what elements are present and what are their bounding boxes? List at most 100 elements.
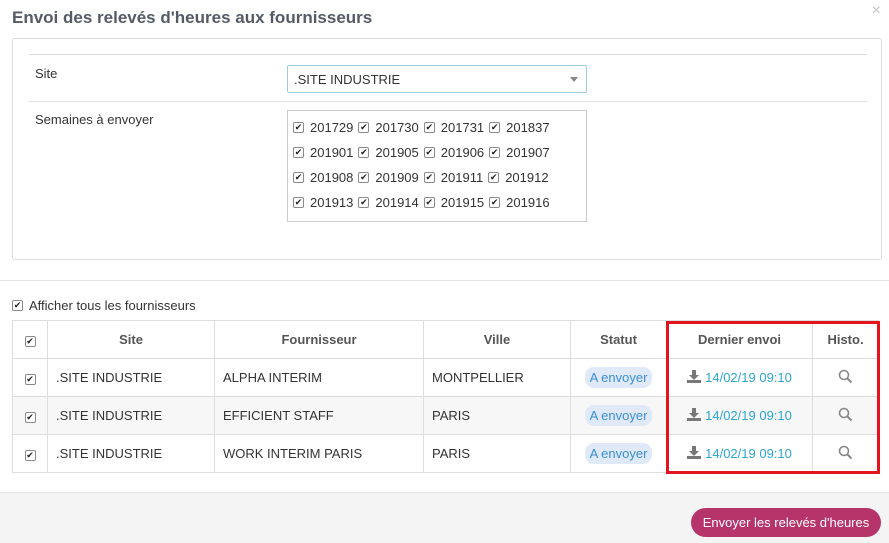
show-all-suppliers[interactable]: ✔ Afficher tous les fournisseurs: [12, 298, 196, 313]
cell-site: .SITE INDUSTRIE: [47, 434, 215, 473]
row-checkbox[interactable]: ✔: [24, 450, 36, 461]
week-option[interactable]: ✔ 201731: [423, 120, 485, 135]
week-option[interactable]: ✔ 201909: [358, 170, 419, 185]
table-row: ✔ .SITE INDUSTRIE ALPHA INTERIM MONTPELLIER…: [12, 358, 879, 397]
last-sent-date[interactable]: 14/02/19 09:10: [705, 446, 792, 461]
show-all-checkbox[interactable]: ✔: [12, 300, 23, 311]
week-label: 201731: [440, 120, 485, 135]
table-row: ✔ .SITE INDUSTRIE EFFICIENT STAFF PARIS A en…: [12, 396, 879, 435]
week-option[interactable]: ✔ 201906: [423, 145, 485, 160]
weeks-row: ✔ 201908 ✔ 201909 ✔ 201911 ✔ 201912: [293, 165, 586, 190]
week-option[interactable]: ✔ 201914: [358, 195, 419, 210]
download-icon[interactable]: [687, 445, 702, 462]
column-header-supplier[interactable]: Fournisseur: [214, 320, 424, 359]
column-header-last-sent[interactable]: Dernier envoi: [666, 320, 813, 359]
download-icon[interactable]: [687, 369, 702, 386]
week-checkbox[interactable]: ✔: [488, 172, 500, 183]
column-header-status[interactable]: Statut: [570, 320, 667, 359]
week-checkbox[interactable]: ✔: [293, 147, 304, 158]
week-option[interactable]: ✔ 201837: [489, 120, 550, 135]
weeks-list: ✔ 201729 ✔ 201730 ✔ 201731 ✔ 201837 ✔ 201901 ✔ 2019…: [287, 110, 587, 222]
week-label: 201908: [310, 170, 354, 185]
send-timesheets-button[interactable]: Envoyer les relevés d'heures: [691, 508, 881, 537]
week-option[interactable]: ✔ 201730: [358, 120, 419, 135]
divider: [29, 101, 867, 102]
week-checkbox[interactable]: ✔: [358, 122, 370, 133]
row-select-cell[interactable]: ✔: [12, 434, 48, 473]
week-checkbox[interactable]: ✔: [293, 122, 304, 133]
row-select-cell[interactable]: ✔: [12, 358, 48, 397]
week-checkbox[interactable]: ✔: [293, 197, 304, 208]
week-checkbox[interactable]: ✔: [358, 147, 370, 158]
cell-status: A envoyer: [570, 396, 667, 435]
cell-status: A envoyer: [570, 434, 667, 473]
week-checkbox[interactable]: ✔: [489, 122, 501, 133]
cell-city: PARIS: [423, 434, 571, 473]
weeks-row: ✔ 201901 ✔ 201905 ✔ 201906 ✔ 201907: [293, 140, 586, 165]
week-checkbox[interactable]: ✔: [489, 197, 501, 208]
site-select-value: .SITE INDUSTRIE: [294, 72, 401, 87]
cell-supplier: ALPHA INTERIM: [214, 358, 424, 397]
column-header-history: Histo.: [812, 320, 879, 359]
last-sent-link[interactable]: 14/02/19 09:10: [687, 369, 792, 386]
week-label: 201906: [440, 145, 485, 160]
week-option[interactable]: ✔ 201916: [489, 195, 550, 210]
week-checkbox[interactable]: ✔: [358, 172, 370, 183]
last-sent-link[interactable]: 14/02/19 09:10: [687, 407, 792, 424]
cell-last-sent[interactable]: 14/02/19 09:10: [666, 434, 813, 473]
week-checkbox[interactable]: ✔: [423, 147, 435, 158]
cell-site: .SITE INDUSTRIE: [47, 396, 215, 435]
site-label: Site: [35, 66, 58, 81]
week-label: 201901: [310, 145, 354, 160]
week-checkbox[interactable]: ✔: [358, 197, 370, 208]
week-option[interactable]: ✔ 201913: [293, 195, 353, 210]
search-icon[interactable]: [838, 445, 853, 463]
last-sent-link[interactable]: 14/02/19 09:10: [687, 445, 792, 462]
week-checkbox[interactable]: ✔: [489, 147, 501, 158]
week-option[interactable]: ✔ 201907: [489, 145, 550, 160]
week-label: 201905: [375, 145, 419, 160]
week-option[interactable]: ✔ 201915: [423, 195, 484, 210]
close-icon[interactable]: ×: [872, 2, 881, 20]
week-option[interactable]: ✔ 201905: [358, 145, 419, 160]
suppliers-table: ✔ Site Fournisseur Ville Statut Dernier …: [12, 320, 879, 473]
cell-history[interactable]: [812, 358, 879, 397]
column-header-site[interactable]: Site: [47, 320, 215, 359]
week-option[interactable]: ✔ 201901: [293, 145, 353, 160]
cell-history[interactable]: [812, 434, 879, 473]
download-icon[interactable]: [687, 407, 702, 424]
week-checkbox[interactable]: ✔: [423, 172, 435, 183]
divider: [29, 54, 867, 55]
search-icon[interactable]: [838, 407, 853, 425]
last-sent-date[interactable]: 14/02/19 09:10: [705, 408, 792, 423]
week-option[interactable]: ✔ 201911: [423, 170, 483, 185]
weeks-label: Semaines à envoyer: [35, 112, 154, 127]
week-option[interactable]: ✔ 201908: [293, 170, 353, 185]
cell-supplier: WORK INTERIM PARIS: [214, 434, 424, 473]
row-checkbox[interactable]: ✔: [24, 374, 36, 385]
week-checkbox[interactable]: ✔: [423, 197, 435, 208]
row-select-cell[interactable]: ✔: [12, 396, 48, 435]
cell-last-sent[interactable]: 14/02/19 09:10: [666, 396, 813, 435]
last-sent-date[interactable]: 14/02/19 09:10: [705, 370, 792, 385]
weeks-row: ✔ 201729 ✔ 201730 ✔ 201731 ✔ 201837: [293, 115, 586, 140]
cell-history[interactable]: [812, 396, 879, 435]
chevron-down-icon: [570, 77, 578, 82]
week-label: 201912: [505, 170, 549, 185]
week-checkbox[interactable]: ✔: [423, 122, 435, 133]
table-header-row: ✔ Site Fournisseur Ville Statut Dernier …: [12, 320, 879, 359]
week-option[interactable]: ✔ 201729: [293, 120, 353, 135]
site-select[interactable]: .SITE INDUSTRIE: [287, 65, 587, 93]
table-row: ✔ .SITE INDUSTRIE WORK INTERIM PARIS PARIS A…: [12, 434, 879, 473]
select-all-checkbox[interactable]: ✔: [24, 336, 36, 347]
weeks-row: ✔ 201913 ✔ 201914 ✔ 201915 ✔ 201916: [293, 190, 586, 215]
week-option[interactable]: ✔ 201912: [488, 170, 549, 185]
week-checkbox[interactable]: ✔: [293, 172, 304, 183]
column-header-city[interactable]: Ville: [423, 320, 571, 359]
week-label: 201916: [506, 195, 550, 210]
row-checkbox[interactable]: ✔: [24, 412, 36, 423]
search-icon[interactable]: [838, 369, 853, 387]
cell-last-sent[interactable]: 14/02/19 09:10: [666, 358, 813, 397]
cell-status: A envoyer: [570, 358, 667, 397]
select-all-header[interactable]: ✔: [12, 320, 48, 359]
